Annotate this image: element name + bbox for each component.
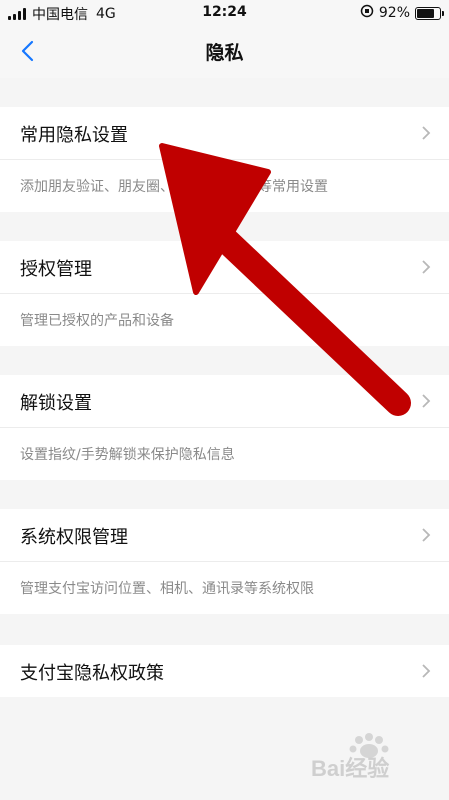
status-bar: 中国电信 4G 12:24 92% [0,0,449,26]
section-authorization: 授权管理 管理已授权的产品和设备 [0,241,449,346]
chevron-right-icon [422,394,431,408]
navigation-bar: 隐私 [0,26,449,78]
row-label: 常用隐私设置 [20,125,128,146]
row-label: 授权管理 [20,259,92,280]
row-unlock-settings[interactable]: 解锁设置 [0,375,449,427]
row-label: 系统权限管理 [20,527,128,548]
desc-row: 管理已授权的产品和设备 [0,293,449,346]
desc-row: 管理支付宝访问位置、相机、通讯录等系统权限 [0,561,449,614]
row-common-privacy-settings[interactable]: 常用隐私设置 [0,107,449,159]
battery-icon [415,6,444,20]
row-label: 支付宝隐私权政策 [20,663,164,684]
row-description: 添加朋友验证、朋友圈、通讯录黑名单等常用设置 [20,179,328,195]
row-system-permission-management[interactable]: 系统权限管理 [0,509,449,561]
chevron-right-icon [422,126,431,140]
status-right: 92% [360,4,444,22]
row-label: 解锁设置 [20,393,92,414]
watermark-text: Bai经验 [311,756,389,781]
desc-row: 设置指纹/手势解锁来保护隐私信息 [0,427,449,480]
row-description: 管理已授权的产品和设备 [20,313,174,329]
row-authorization-management[interactable]: 授权管理 [0,241,449,293]
desc-row: 添加朋友验证、朋友圈、通讯录黑名单等常用设置 [0,159,449,212]
battery-percent: 92% [378,5,410,21]
row-privacy-policy[interactable]: 支付宝隐私权政策 [0,645,449,697]
chevron-right-icon [422,260,431,274]
orientation-lock-icon [360,4,374,22]
page-title: 隐私 [205,42,244,64]
section-system-permissions: 系统权限管理 管理支付宝访问位置、相机、通讯录等系统权限 [0,509,449,614]
watermark-logo: Bai经验 [307,732,437,782]
section-unlock: 解锁设置 设置指纹/手势解锁来保护隐私信息 [0,375,449,480]
row-description: 管理支付宝访问位置、相机、通讯录等系统权限 [20,581,314,597]
chevron-right-icon [422,664,431,678]
section-common-privacy: 常用隐私设置 添加朋友验证、朋友圈、通讯录黑名单等常用设置 [0,107,449,212]
row-description: 设置指纹/手势解锁来保护隐私信息 [20,447,235,463]
chevron-right-icon [422,528,431,542]
section-privacy-policy: 支付宝隐私权政策 [0,645,449,697]
